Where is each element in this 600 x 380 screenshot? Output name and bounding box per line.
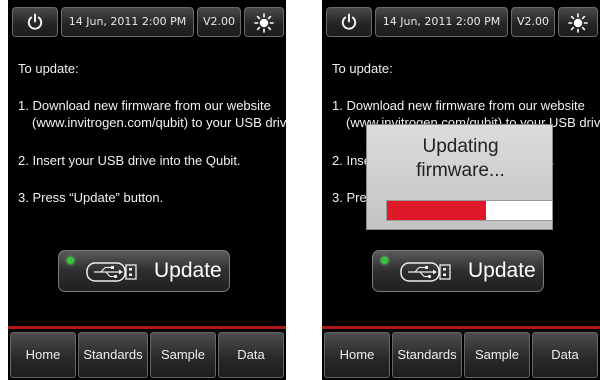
tab-standards[interactable]: Standards <box>392 332 462 378</box>
tab-standards[interactable]: Standards <box>78 332 148 378</box>
progress-bar-fill <box>387 201 486 220</box>
device-screen-updating: 14 Jun, 2011 2:00 PM V2.00 To update: 1.… <box>322 0 600 380</box>
brightness-button[interactable] <box>558 7 598 37</box>
power-icon <box>341 13 357 30</box>
update-button[interactable]: Update <box>372 250 544 292</box>
date-time-display[interactable]: 14 Jun, 2011 2:00 PM <box>61 7 194 37</box>
instructions-heading: To update: <box>18 61 79 76</box>
bottom-navigation: Home Standards Sample Data <box>8 330 286 380</box>
device-screen-before: 14 Jun, 2011 2:00 PM V2.00 To update: 1.… <box>8 0 286 380</box>
tab-data[interactable]: Data <box>218 332 284 378</box>
nav-divider <box>8 326 286 329</box>
status-led <box>381 257 388 264</box>
status-bar: 14 Jun, 2011 2:00 PM V2.00 <box>322 0 600 44</box>
brightness-icon <box>254 13 274 33</box>
update-button[interactable]: Update <box>58 250 230 292</box>
progress-bar <box>386 200 553 221</box>
instruction-step-1: 1. Download new firmware from our websit… <box>18 97 286 131</box>
version-button[interactable]: V2.00 <box>511 7 555 37</box>
step-1-line-2: (www.invitrogen.com/qubit) to your USB d… <box>32 115 286 130</box>
updating-dialog: Updating firmware... <box>366 124 553 230</box>
power-button[interactable] <box>326 7 372 37</box>
update-button-label: Update <box>154 259 222 282</box>
update-button-label: Update <box>468 259 536 282</box>
tab-home[interactable]: Home <box>10 332 76 378</box>
step-1-line-1: 1. Download new firmware from our websit… <box>332 98 585 113</box>
date-time-display[interactable]: 14 Jun, 2011 2:00 PM <box>375 7 508 37</box>
tab-sample[interactable]: Sample <box>464 332 530 378</box>
update-instructions: To update: 1. Download new firmware from… <box>18 60 286 206</box>
instruction-step-3: 3. Press “Update” button. <box>18 190 164 205</box>
brightness-button[interactable] <box>244 7 284 37</box>
bottom-navigation: Home Standards Sample Data <box>322 330 600 380</box>
tab-sample[interactable]: Sample <box>150 332 216 378</box>
step-1-line-1: 1. Download new firmware from our websit… <box>18 98 271 113</box>
power-button[interactable] <box>12 7 58 37</box>
nav-divider <box>322 326 600 329</box>
instructions-heading: To update: <box>332 61 393 76</box>
version-button[interactable]: V2.00 <box>197 7 241 37</box>
status-led <box>67 257 74 264</box>
tab-home[interactable]: Home <box>324 332 390 378</box>
usb-drive-icon <box>400 262 451 282</box>
instruction-step-2: 2. Insert your USB drive into the Qubit. <box>18 153 241 168</box>
brightness-icon <box>568 13 588 33</box>
power-icon <box>27 13 43 30</box>
updating-dialog-title: Updating firmware... <box>416 136 505 181</box>
tab-data[interactable]: Data <box>532 332 598 378</box>
usb-drive-icon <box>86 262 137 282</box>
status-bar: 14 Jun, 2011 2:00 PM V2.00 <box>8 0 286 44</box>
